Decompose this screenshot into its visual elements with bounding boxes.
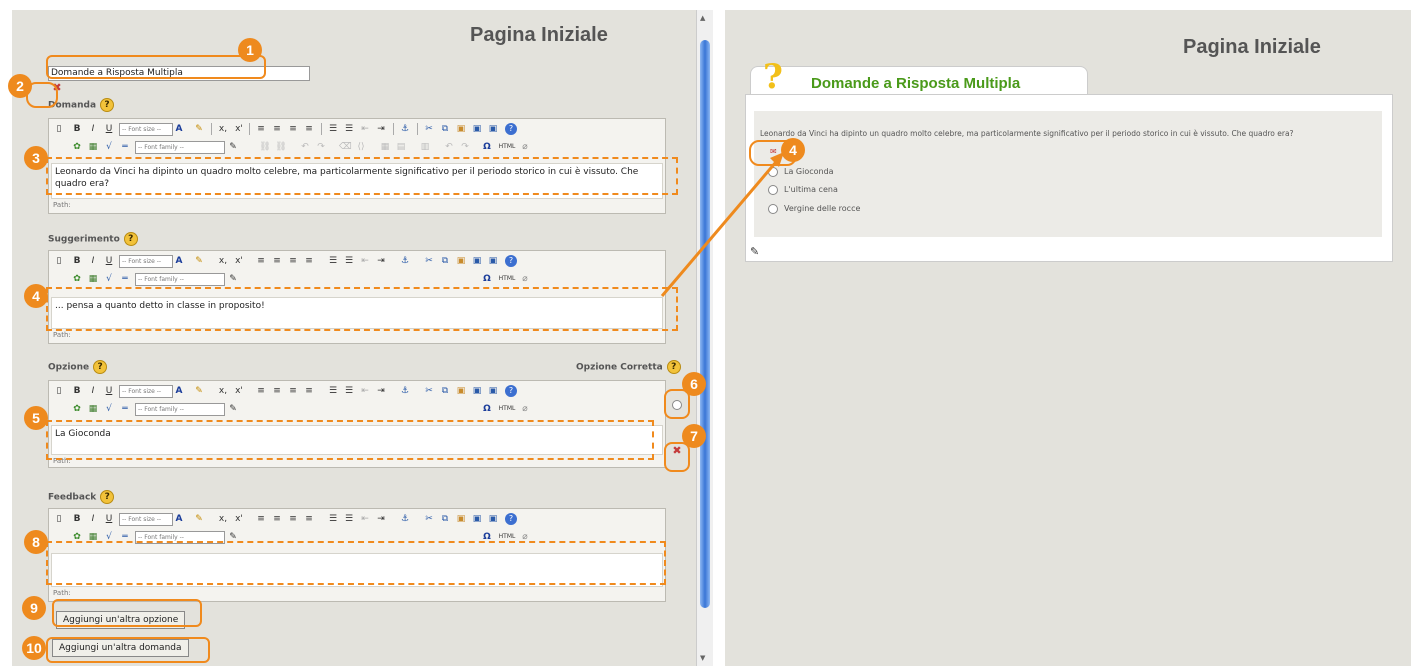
annotation-arrow — [660, 152, 784, 297]
